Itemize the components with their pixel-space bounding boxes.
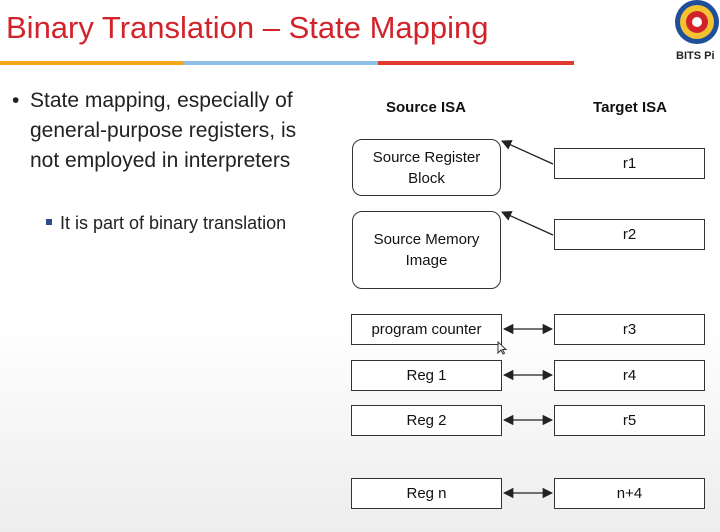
target-r5-box: r5 — [554, 405, 705, 436]
target-r2-box: r2 — [554, 219, 705, 250]
target-r1-box: r1 — [554, 148, 705, 179]
source-register-block: Source Register Block — [352, 139, 501, 196]
mouse-cursor-icon — [497, 340, 508, 358]
arrow-r2 — [501, 211, 554, 236]
reg2-box: Reg 2 — [351, 405, 502, 436]
program-counter-box: program counter — [351, 314, 502, 345]
target-rn-box: n+4 — [554, 478, 705, 509]
reg1-box: Reg 1 — [351, 360, 502, 391]
arrow-r1 — [501, 140, 554, 165]
target-r4-box: r4 — [554, 360, 705, 391]
target-r3-box: r3 — [554, 314, 705, 345]
regn-box: Reg n — [351, 478, 502, 509]
source-memory-image: Source Memory Image — [352, 211, 501, 289]
